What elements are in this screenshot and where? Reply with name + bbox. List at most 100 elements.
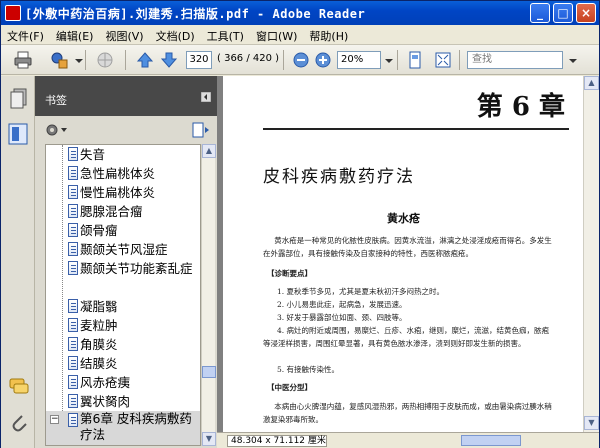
toolbar-divider — [283, 50, 284, 70]
toolbar: 320 ( 366 / 420 ) 20% 查找 — [1, 45, 599, 75]
scroll-down-icon[interactable]: ▼ — [202, 432, 216, 446]
document-scrollbar[interactable]: ▲ ▼ — [583, 76, 599, 432]
menu-document[interactable]: 文档(D) — [150, 25, 201, 44]
bookmark-page-icon — [68, 337, 78, 351]
diagnosis-point: 4. 病灶的附近或周围，易糜烂、丘疹、水疱，继则，糜烂，流滋，结黄色痂，脓疱等浸… — [263, 326, 550, 348]
collaborate-icon[interactable] — [49, 50, 69, 70]
bookmarks-icon[interactable] — [7, 122, 29, 146]
disease-title: 黄水疮 — [387, 212, 420, 225]
syndrome-type-paragraph: 本病由心火脾湿内蕴，复感风湿热邪，两热相搏阻于皮肤而成，或由暑染病过腠水稍激复染… — [263, 402, 552, 424]
bookmark-label: 急性扁桃体炎 — [80, 166, 156, 181]
bookmark-page-icon — [68, 204, 78, 218]
bookmark-chapter-item[interactable]: − 第6章 皮科疾病敷药疗法 — [46, 411, 200, 445]
chevron-down-icon[interactable] — [563, 50, 583, 70]
bookmark-page-icon — [68, 185, 78, 199]
bookmark-item[interactable]: 急性扁桃体炎 — [46, 164, 200, 183]
bookmark-label: 颌骨瘤 — [80, 223, 118, 238]
acrobat-app-icon — [5, 5, 21, 21]
reader-window: [外敷中药治百病].刘建秀.扫描版.pdf - Adobe Reader _ □… — [0, 0, 600, 448]
page-number-input[interactable]: 320 — [186, 51, 212, 69]
print-icon[interactable] — [13, 50, 33, 70]
bookmark-item[interactable]: 颞颌关节功能紊乱症 — [46, 259, 200, 297]
bookmarks-tree: 失音 急性扁桃体炎 慢性扁桃体炎 腮腺混合瘤 颌骨瘤 颞颌关节风湿症 颞颌关节功… — [45, 144, 201, 446]
title-bar: [外敷中药治百病].刘建秀.扫描版.pdf - Adobe Reader _ □… — [1, 1, 599, 25]
bookmarks-panel: 书签 失音 急性扁桃体炎 慢性扁桃体炎 腮腺混合瘤 颌骨瘤 颞颌关节风湿症 颞颌… — [35, 76, 217, 448]
toolbar-divider — [85, 50, 86, 70]
bookmark-label: 风赤疮痍 — [80, 375, 131, 390]
document-view: 第 6 章 皮科疾病敷药疗法 黄水疮 黄水疮是一种常见的化脓性皮肤病。因黄水流溢… — [217, 76, 583, 432]
bookmark-label: 颞颌关节功能紊乱症 — [80, 261, 193, 276]
scroll-down-icon[interactable]: ▼ — [584, 416, 599, 430]
bookmark-item[interactable]: 结膜炎 — [46, 354, 200, 373]
bookmarks-title: 书签 — [45, 94, 67, 107]
diagnosis-point: 3. 好发于暴露部位如面、颈、四肢等。 — [277, 313, 407, 322]
bookmark-label: 翼状胬肉 — [80, 394, 131, 409]
pages-icon[interactable] — [9, 88, 29, 110]
horizontal-scrollbar-thumb[interactable] — [461, 435, 521, 446]
bookmark-page-icon — [68, 242, 78, 256]
chevron-down-icon[interactable] — [379, 50, 399, 70]
bookmark-page-icon — [68, 166, 78, 180]
bookmark-item[interactable]: 角膜炎 — [46, 335, 200, 354]
bookmarks-scrollbar[interactable]: ▲ ▼ — [201, 144, 216, 446]
bookmark-item[interactable]: 腮腺混合瘤 — [46, 202, 200, 221]
menu-file[interactable]: 文件(F) — [1, 25, 50, 44]
bookmark-page-icon — [68, 318, 78, 332]
full-screen-icon[interactable] — [433, 50, 453, 70]
diagnosis-point: 5. 有接触传染性。 — [277, 365, 340, 374]
status-bar: 48.304 x 71.112 厘米 — [217, 432, 599, 448]
scroll-up-icon[interactable]: ▲ — [584, 76, 599, 90]
menu-edit[interactable]: 编辑(E) — [50, 25, 100, 44]
bookmark-item[interactable]: 慢性扁桃体炎 — [46, 183, 200, 202]
zoom-select[interactable]: 20% — [337, 51, 381, 69]
toolbar-divider — [397, 50, 398, 70]
menu-window[interactable]: 窗口(W) — [250, 25, 303, 44]
options-gear-icon[interactable] — [45, 122, 69, 138]
bookmark-item[interactable]: 风赤疮痍 — [46, 373, 200, 392]
attachments-icon[interactable] — [9, 412, 29, 434]
collapse-toggle[interactable]: − — [50, 415, 59, 424]
next-page-icon[interactable] — [159, 50, 179, 70]
chevron-down-icon[interactable] — [69, 50, 89, 70]
bookmark-chapter-label: 第6章 皮科疾病敷药疗法 — [80, 411, 192, 442]
bookmark-page-icon — [68, 147, 78, 161]
previous-page-icon[interactable] — [135, 50, 155, 70]
bookmark-page-icon — [68, 413, 78, 427]
bookmark-page-icon — [68, 394, 78, 408]
chapter-heading: 第 6 章 — [476, 92, 565, 122]
close-button[interactable]: × — [576, 3, 596, 23]
menu-view[interactable]: 视图(V) — [99, 25, 149, 44]
bookmark-item[interactable]: 翼状胬肉 — [46, 392, 200, 411]
comments-icon[interactable] — [9, 376, 29, 396]
scroll-up-icon[interactable]: ▲ — [202, 144, 216, 158]
page-count-label: ( 366 / 420 ) — [217, 53, 280, 64]
globe-icon — [97, 52, 113, 68]
search-input[interactable]: 查找 — [467, 51, 563, 69]
expand-bookmark-icon[interactable] — [191, 122, 211, 138]
bookmark-item[interactable]: 麦粒肿 — [46, 316, 200, 335]
pdf-page: 第 6 章 皮科疾病敷药疗法 黄水疮 黄水疮是一种常见的化脓性皮肤病。因黄水流溢… — [223, 76, 583, 432]
bookmark-item[interactable]: 颌骨瘤 — [46, 221, 200, 240]
bookmark-label: 腮腺混合瘤 — [80, 204, 143, 219]
bookmark-item[interactable]: 颞颌关节风湿症 — [46, 240, 200, 259]
fit-page-icon[interactable] — [405, 50, 425, 70]
bookmark-item[interactable]: 失音 — [46, 145, 200, 164]
page-dimensions: 48.304 x 71.112 厘米 — [227, 435, 327, 447]
diagnosis-point: 2. 小儿易患此症，起病急，发展迅速。 — [277, 300, 407, 309]
bookmark-page-icon — [68, 299, 78, 313]
menu-help[interactable]: 帮助(H) — [303, 25, 354, 44]
zoom-out-icon[interactable] — [291, 50, 311, 70]
menu-tools[interactable]: 工具(T) — [201, 25, 250, 44]
chapter-rule — [263, 128, 569, 130]
maximize-button[interactable]: □ — [553, 3, 573, 23]
bookmark-item[interactable]: 凝脂翳 — [46, 297, 200, 316]
diagnosis-heading: 【诊断要点】 — [267, 269, 312, 278]
scrollbar-thumb[interactable] — [202, 366, 216, 378]
bookmark-label: 角膜炎 — [80, 337, 118, 352]
zoom-in-icon[interactable] — [313, 50, 333, 70]
window-title: [外敷中药治百病].刘建秀.扫描版.pdf - Adobe Reader — [25, 7, 366, 21]
minimize-button[interactable]: _ — [530, 3, 550, 23]
syndrome-type-heading: 【中医分型】 — [267, 383, 312, 392]
intro-paragraph: 黄水疮是一种常见的化脓性皮肤病。因黄水流溢，淋漓之处浸淫成疮而得名。多发生在外露… — [263, 236, 552, 258]
collapse-panel-icon[interactable] — [201, 92, 211, 102]
